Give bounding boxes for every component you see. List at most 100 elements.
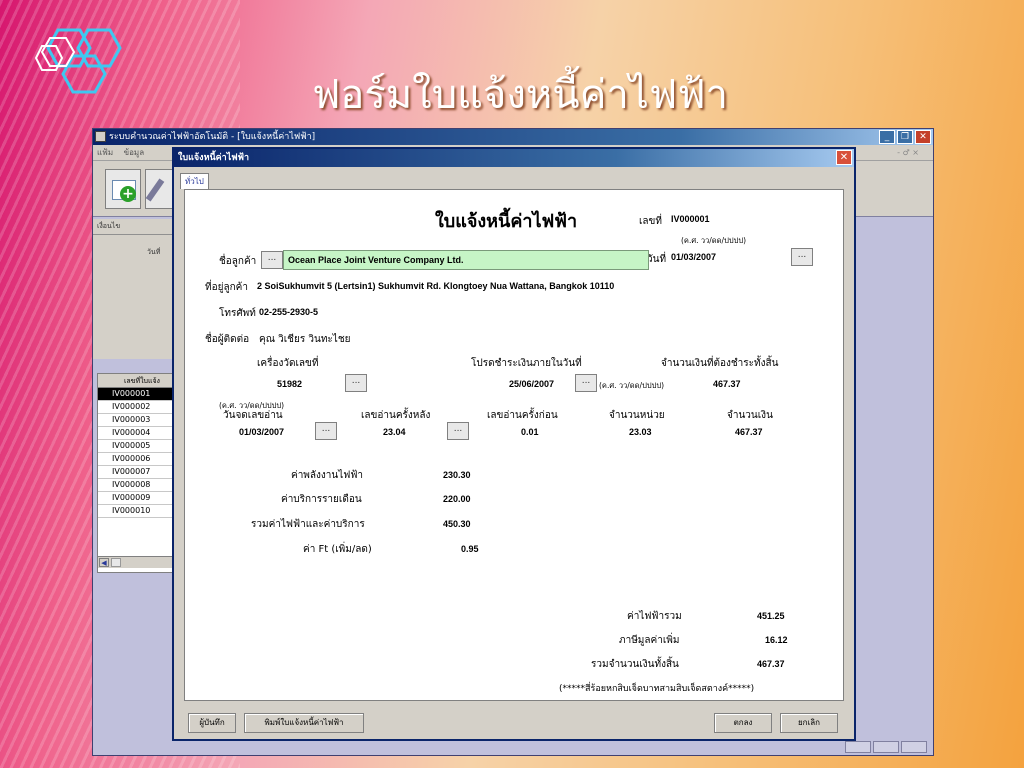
slide-title: ฟอร์มใบแจ้งหนี้ค่าไฟฟ้า — [311, 72, 728, 118]
restore-button[interactable]: ❐ — [897, 130, 913, 144]
meter-value: 51982 — [277, 379, 303, 389]
date-picker-button[interactable]: ... — [791, 248, 813, 266]
search-condition-label: เงื่อนไข — [93, 219, 176, 235]
customer-label: ชื่อลูกค้า — [219, 256, 257, 267]
prev-read-value: 0.01 — [521, 427, 539, 437]
meter-lookup-button[interactable]: ... — [345, 374, 367, 392]
amount-in-words: (*****สี่ร้อยหกสิบเจ็ดบาทสามสิบเจ็ดสตางค… — [559, 684, 755, 694]
subtotal-label: รวมค่าไฟฟ้าและค่าบริการ — [251, 519, 365, 530]
plus-icon: + — [120, 186, 136, 202]
scroll-left-icon[interactable]: ◀ — [99, 558, 109, 567]
list-item[interactable]: IV000007 — [98, 466, 176, 479]
date-format-hint: (ค.ศ. วว/ดด/ปปปป) — [681, 236, 747, 245]
service-value: 220.00 — [443, 494, 471, 504]
read-date-label: วันจดเลขอ่าน — [223, 410, 283, 421]
list-item[interactable]: IV000005 — [98, 440, 176, 453]
list-item[interactable]: IV000010 — [98, 505, 176, 518]
due-date-hint: (ค.ศ. วว/ดด/ปปปป) — [599, 381, 665, 390]
list-item[interactable]: IV000003 — [98, 414, 176, 427]
list-item[interactable]: IV000008 — [98, 479, 176, 492]
phone-value: 02-255-2930-5 — [259, 307, 319, 317]
last-read-button[interactable]: ... — [447, 422, 469, 440]
invoice-form: ใบแจ้งหนี้ค่าไฟฟ้า เลขที่ IV000001 (ค.ศ.… — [184, 189, 844, 701]
print-invoice-button[interactable]: พิมพ์ใบแจ้งหนี้ค่าไฟฟ้า — [244, 713, 364, 733]
status-cell — [845, 741, 871, 753]
cancel-button[interactable]: ยกเลิก — [780, 713, 838, 733]
vat-label: ภาษีมูลค่าเพิ่ม — [619, 635, 680, 646]
customer-lookup-button[interactable]: ... — [261, 251, 283, 269]
app-icon — [95, 131, 106, 142]
status-bar — [845, 741, 927, 753]
menu-file[interactable]: แฟ้ม — [97, 148, 113, 157]
tools-button[interactable] — [145, 169, 173, 209]
phone-label: โทรศัพท์ — [219, 308, 256, 319]
contact-value: คุณ วิเชียร วินทะไชย — [259, 334, 351, 345]
search-panel: เงื่อนไข วันที่ — [93, 219, 177, 359]
total-due-value: 467.37 — [713, 379, 741, 389]
grand-total-value: 467.37 — [757, 659, 785, 669]
units-value: 23.03 — [629, 427, 652, 437]
list-item[interactable]: IV000004 — [98, 427, 176, 440]
units-label: จำนวนหน่วย — [609, 410, 665, 421]
save-button[interactable]: ผู้บันทึก — [188, 713, 236, 733]
amount-label: จำนวนเงิน — [727, 410, 773, 421]
dialog-title: ใบแจ้งหนี้ค่าไฟฟ้า — [178, 153, 250, 163]
invoice-dialog: ใบแจ้งหนี้ค่าไฟฟ้า ✕ ทั่วไป ใบแจ้งหนี้ค่… — [172, 147, 856, 741]
meter-label: เครื่องวัดเลขที่ — [257, 358, 319, 369]
hexagon-logo-icon — [34, 28, 122, 94]
last-read-value: 23.04 — [383, 427, 406, 437]
elec-total-label: ค่าไฟฟ้ารวม — [627, 611, 682, 622]
mdi-controls[interactable]: - ♂ × — [897, 145, 919, 161]
dialog-close-button[interactable]: ✕ — [836, 150, 852, 165]
scroll-thumb[interactable] — [111, 558, 121, 567]
date-label: วันที่ — [647, 254, 667, 265]
ft-value: 0.95 — [461, 544, 479, 554]
ft-label: ค่า Ft (เพิ่ม/ลด) — [303, 544, 372, 555]
form-title: ใบแจ้งหนี้ค่าไฟฟ้า — [435, 211, 578, 232]
prev-read-label: เลขอ่านครั้งก่อน — [487, 410, 558, 421]
status-cell — [873, 741, 899, 753]
close-button[interactable]: ✕ — [915, 130, 931, 144]
due-date-picker-button[interactable]: ... — [575, 374, 597, 392]
tools-icon — [145, 178, 165, 202]
date-value: 01/03/2007 — [671, 252, 717, 262]
energy-label: ค่าพลังงานไฟฟ้า — [291, 470, 364, 481]
elec-total-value: 451.25 — [757, 611, 785, 621]
contact-label: ชื่อผู้ติดต่อ — [205, 334, 250, 345]
app-title: ระบบคำนวณค่าไฟฟ้าอัตโนมัติ - [ใบแจ้งหนี้… — [109, 132, 316, 142]
total-due-label: จำนวนเงินที่ต้องชำระทั้งสิ้น — [661, 358, 779, 369]
amount-value: 467.37 — [735, 427, 763, 437]
due-date-value: 25/06/2007 — [509, 379, 555, 389]
list-item[interactable]: IV000009 — [98, 492, 176, 505]
list-header: เลขที่ใบแจ้ง — [98, 374, 176, 388]
list-item[interactable]: IV000001 — [98, 388, 176, 401]
menu-data[interactable]: ข้อมูล — [124, 148, 144, 157]
read-date-picker-button[interactable]: ... — [315, 422, 337, 440]
horizontal-scrollbar[interactable]: ◀ — [98, 556, 176, 568]
invoice-no-label: เลขที่ — [639, 216, 662, 227]
add-button[interactable]: + — [105, 169, 141, 209]
energy-value: 230.30 — [443, 470, 471, 480]
tab-general[interactable]: ทั่วไป — [180, 173, 209, 189]
address-value: 2 SoiSukhumvit 5 (Lertsin1) Sukhumvit Rd… — [257, 281, 615, 291]
list-item[interactable]: IV000006 — [98, 453, 176, 466]
list-item[interactable]: IV000002 — [98, 401, 176, 414]
due-date-label: โปรดชำระเงินภายในวันที่ — [471, 358, 582, 369]
ok-button[interactable]: ตกลง — [714, 713, 772, 733]
read-date-value: 01/03/2007 — [239, 427, 285, 437]
invoice-no-value: IV000001 — [671, 214, 710, 224]
search-date-label: วันที่ — [147, 248, 161, 256]
address-label: ที่อยู่ลูกค้า — [205, 282, 248, 293]
status-cell — [901, 741, 927, 753]
invoice-list: เลขที่ใบแจ้ง IV000001 IV000002 IV000003 … — [97, 373, 177, 573]
minimize-button[interactable]: _ — [879, 130, 895, 144]
app-titlebar: ระบบคำนวณค่าไฟฟ้าอัตโนมัติ - [ใบแจ้งหนี้… — [93, 129, 933, 145]
service-label: ค่าบริการรายเดือน — [281, 494, 362, 505]
subtotal-value: 450.30 — [443, 519, 471, 529]
tab-strip: ทั่วไป — [174, 167, 854, 189]
grand-total-label: รวมจำนวนเงินทั้งสิ้น — [591, 659, 679, 670]
customer-name-field[interactable]: Ocean Place Joint Venture Company Ltd. — [283, 250, 649, 270]
vat-value: 16.12 — [765, 635, 788, 645]
dialog-titlebar: ใบแจ้งหนี้ค่าไฟฟ้า ✕ — [174, 149, 854, 167]
last-read-label: เลขอ่านครั้งหลัง — [361, 410, 431, 421]
